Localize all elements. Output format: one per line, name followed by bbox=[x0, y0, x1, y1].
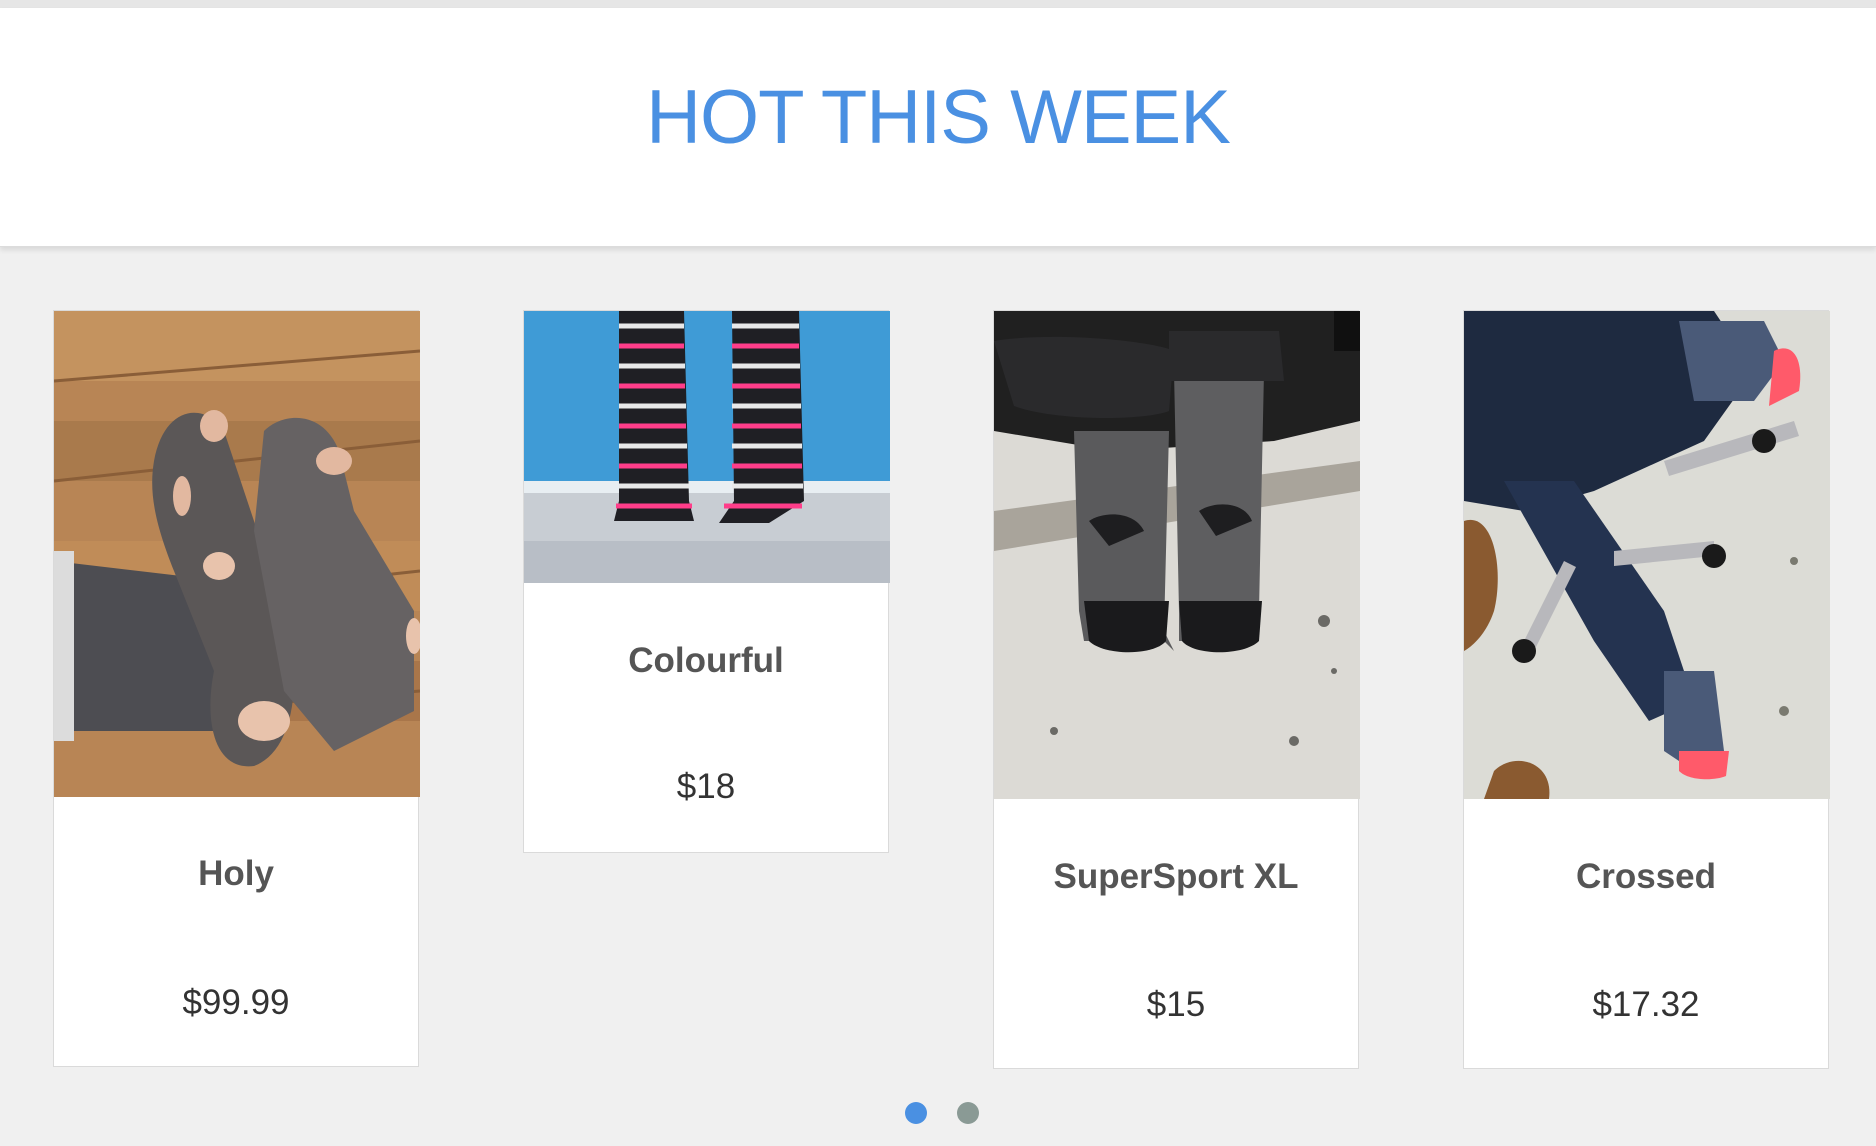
product-price: $15 bbox=[1146, 985, 1206, 1024]
product-name[interactable]: SuperSport XL bbox=[994, 857, 1358, 897]
product-name[interactable]: Crossed bbox=[1464, 857, 1828, 897]
product-image[interactable] bbox=[524, 311, 890, 583]
sport-socks-image bbox=[994, 311, 1360, 799]
product-image[interactable] bbox=[994, 311, 1360, 799]
product-image[interactable] bbox=[1464, 311, 1830, 799]
product-name[interactable]: Holy bbox=[54, 854, 418, 894]
carousel-dot[interactable] bbox=[957, 1102, 979, 1124]
product-price: $99.99 bbox=[182, 983, 290, 1022]
product-price: $17.32 bbox=[1592, 985, 1700, 1024]
section-title: HOT THIS WEEK bbox=[646, 75, 1231, 160]
product-price: $18 bbox=[676, 767, 736, 806]
carousel-dot-active[interactable] bbox=[905, 1102, 927, 1124]
product-card[interactable]: Holy $99.99 bbox=[53, 310, 420, 1067]
product-card[interactable]: Colourful $18 bbox=[523, 310, 890, 853]
crossed-socks-image bbox=[1464, 311, 1830, 799]
section-header: HOT THIS WEEK bbox=[0, 8, 1876, 247]
striped-socks-image bbox=[524, 311, 890, 583]
product-image[interactable] bbox=[54, 311, 420, 797]
product-card[interactable]: Crossed $17.32 bbox=[1463, 310, 1830, 1069]
top-border bbox=[0, 0, 1876, 8]
product-card[interactable]: SuperSport XL $15 bbox=[993, 310, 1360, 1069]
torn-socks-image bbox=[54, 311, 420, 797]
product-name[interactable]: Colourful bbox=[524, 641, 888, 681]
